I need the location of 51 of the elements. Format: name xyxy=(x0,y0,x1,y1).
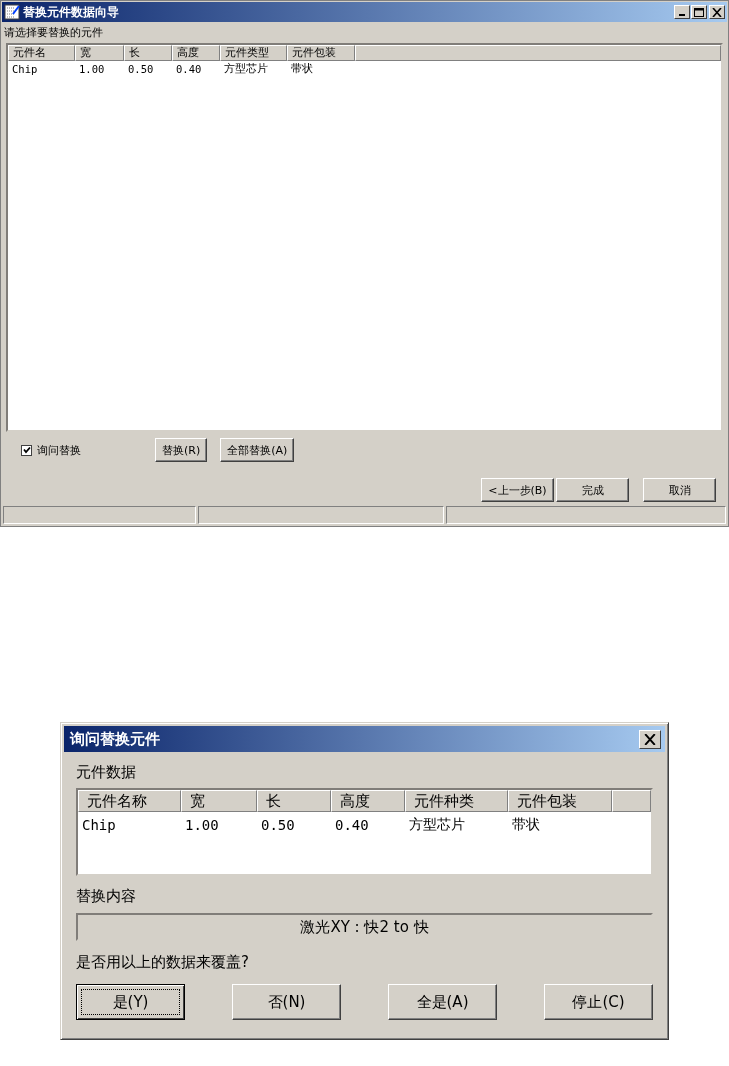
wizard-button[interactable]: 完成 xyxy=(556,478,629,502)
column-header[interactable]: 宽 xyxy=(75,45,124,61)
replace-content-field: 激光XY : 快2 to 快 xyxy=(76,913,653,941)
section-label: 元件数据 xyxy=(76,763,136,781)
dialog-button[interactable]: 停止(C) xyxy=(544,984,653,1020)
app-icon xyxy=(4,4,20,20)
table-cell: 0.40 xyxy=(176,62,202,75)
table-cell: 1.00 xyxy=(79,62,105,75)
table-cell: 方型芯片 xyxy=(224,61,268,74)
question-text: 是否用以上的数据来覆盖? xyxy=(76,953,249,971)
close-button[interactable] xyxy=(639,729,661,749)
minimize-button[interactable] xyxy=(674,5,690,19)
column-header[interactable]: 高度 xyxy=(331,790,405,812)
dialog-title: 询问替换元件 xyxy=(70,729,160,749)
maximize-icon xyxy=(694,7,704,17)
wizard-button[interactable]: 取消 xyxy=(643,478,716,502)
column-header[interactable]: 元件名 xyxy=(8,45,75,61)
prompt-label: 请选择要替换的元件 xyxy=(4,26,103,39)
column-header[interactable]: 元件名称 xyxy=(78,790,181,812)
table-cell: 方型芯片 xyxy=(409,816,465,832)
column-header[interactable]: 高度 xyxy=(172,45,220,61)
column-header[interactable]: 宽 xyxy=(181,790,257,812)
dialog-button[interactable]: 否(N) xyxy=(232,984,341,1020)
column-header[interactable]: 元件包装 xyxy=(508,790,612,812)
table-cell: 0.50 xyxy=(261,817,295,833)
table-cell: 0.40 xyxy=(335,817,369,833)
minimize-icon xyxy=(679,14,685,16)
table-cell: 0.50 xyxy=(128,62,154,75)
column-header[interactable]: 长 xyxy=(257,790,331,812)
wizard-button[interactable]: <上一步(B) xyxy=(481,478,554,502)
window-title: 替换元件数据向导 xyxy=(23,3,119,21)
table-cell: 带状 xyxy=(512,816,540,832)
column-header[interactable]: 元件种类 xyxy=(405,790,508,812)
table-cell: Chip xyxy=(82,817,116,833)
column-header[interactable]: 元件包装 xyxy=(287,45,355,61)
table-cell: 1.00 xyxy=(185,817,219,833)
maximize-button[interactable] xyxy=(691,5,707,19)
dialog-button[interactable]: 全是(A) xyxy=(388,984,497,1020)
table-cell: Chip xyxy=(12,62,38,75)
check-icon xyxy=(22,446,31,454)
close-icon xyxy=(712,7,722,17)
column-header[interactable]: 元件类型 xyxy=(220,45,287,61)
close-icon xyxy=(644,733,656,745)
column-header[interactable]: 长 xyxy=(124,45,172,61)
table-cell: 带状 xyxy=(291,61,313,74)
section-label: 替换内容 xyxy=(76,887,136,905)
replace-button[interactable]: 替换(R) xyxy=(155,438,208,462)
close-button[interactable] xyxy=(709,5,725,19)
dialog-button[interactable]: 是(Y) xyxy=(76,984,185,1020)
ask-replace-checkbox[interactable]: 询问替换 xyxy=(21,442,81,458)
replace-button[interactable]: 全部替换(A) xyxy=(220,438,295,462)
